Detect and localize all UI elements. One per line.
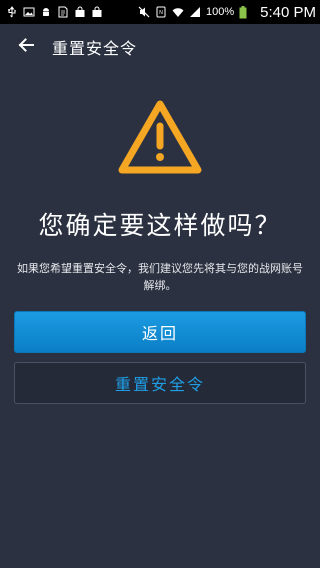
wifi-icon bbox=[172, 6, 184, 18]
arrow-left-icon bbox=[17, 36, 35, 58]
warning-triangle-icon bbox=[117, 98, 203, 176]
android-icon bbox=[40, 6, 52, 18]
battery-percent: 100% bbox=[205, 6, 235, 18]
reset-authenticator-button[interactable]: 重置安全令 bbox=[14, 362, 306, 404]
page-title: 重置安全令 bbox=[52, 39, 138, 58]
back-action-button[interactable]: 返回 bbox=[14, 311, 306, 353]
image-icon bbox=[23, 6, 35, 18]
back-button[interactable] bbox=[6, 24, 46, 70]
svg-text:N: N bbox=[159, 10, 163, 16]
clock: 5:40 PM bbox=[260, 3, 316, 21]
usb-icon bbox=[6, 6, 18, 18]
shopping-bag-icon bbox=[74, 6, 86, 18]
nfc-icon: N bbox=[155, 6, 167, 18]
status-bar: N 100% 5:40 PM bbox=[0, 0, 320, 24]
signal-icon bbox=[189, 6, 201, 18]
status-bar-notifications bbox=[6, 6, 103, 18]
battery-icon bbox=[239, 6, 251, 19]
app-bar: 重置安全令 bbox=[0, 24, 320, 70]
confirm-description: 如果您希望重置安全令，我们建议您先将其与您的战网账号解绑。 bbox=[17, 262, 303, 292]
shopping-bag-icon bbox=[91, 6, 103, 18]
confirm-heading: 您确定要这样做吗？ bbox=[38, 211, 282, 240]
status-bar-system: N 100% 5:40 PM bbox=[138, 4, 316, 21]
document-icon bbox=[57, 6, 69, 18]
mute-icon bbox=[138, 6, 150, 18]
